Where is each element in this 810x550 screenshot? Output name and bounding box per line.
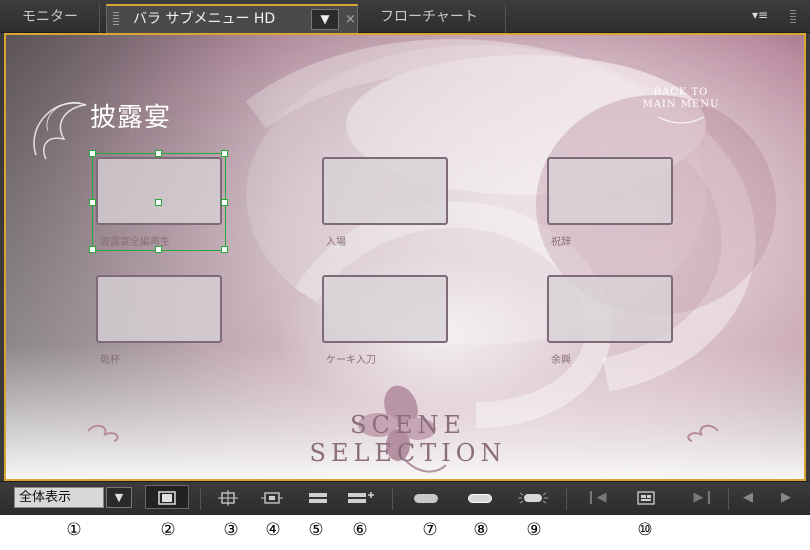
panel-menu-icon[interactable]: ▾≡ [752, 8, 768, 22]
scene-button-6[interactable] [547, 275, 673, 343]
separator [392, 488, 393, 510]
resize-handle-nw[interactable] [89, 150, 96, 157]
resize-handle-e[interactable] [221, 199, 228, 206]
annotation-2: ② [160, 520, 176, 540]
preview-button[interactable] [632, 486, 660, 510]
back-button[interactable]: ◀ [734, 486, 762, 510]
center-button[interactable] [258, 486, 286, 510]
scene-label-3: 祝辞 [551, 237, 571, 248]
annotation-3: ③ [223, 520, 239, 540]
annotation-1: ① [66, 520, 82, 540]
annotation-6: ⑥ [352, 520, 368, 540]
center-icon [261, 492, 283, 504]
preview-icon [637, 491, 655, 505]
panel-grip-icon[interactable] [790, 10, 796, 25]
scene-label-2: 入場 [326, 237, 346, 248]
tab-flowchart[interactable]: フローチャート [362, 4, 506, 33]
button-style-3-button[interactable] [516, 486, 550, 510]
annotation-5: ⑤ [308, 520, 324, 540]
forward-icon: ▶ [781, 490, 791, 505]
tab-grip-icon[interactable] [113, 12, 119, 27]
separator [728, 488, 729, 510]
zoom-select[interactable]: 全体表示 [14, 487, 104, 508]
zoom-dropdown-arrow[interactable]: ▼ [106, 487, 132, 508]
tab-monitor[interactable]: モニター [6, 4, 100, 33]
scene-button-3[interactable] [547, 157, 673, 225]
back-label-line1: BACK TO [653, 87, 709, 98]
fit-icon [218, 490, 238, 506]
separator [566, 488, 567, 510]
next-icon: ▶❙ [693, 490, 715, 505]
menu-dropdown-button[interactable]: ▼ [311, 9, 339, 30]
resize-handle-n[interactable] [155, 150, 162, 157]
back-icon: ◀ [743, 490, 753, 505]
prev-button[interactable]: ❙◀ [582, 486, 610, 510]
separator [200, 488, 201, 510]
tab-menu-editor[interactable]: バラ サブメニュー HD ▼ × [106, 4, 358, 33]
annotation-9: ⑨ [526, 520, 542, 540]
resize-handle-ne[interactable] [221, 150, 228, 157]
safe-area-icon [158, 491, 176, 505]
back-label-line2: MAIN MENU [642, 99, 720, 110]
menu-editor-panel: モニター バラ サブメニュー HD ▼ × フローチャート ▾≡ 披露宴 BAC… [0, 0, 810, 515]
scene-label-5: ケーキ入刀 [326, 355, 376, 366]
close-tab-icon[interactable]: × [345, 6, 356, 33]
add-row-button[interactable] [348, 486, 376, 510]
tab-bar: モニター バラ サブメニュー HD ▼ × フローチャート ▾≡ [0, 0, 810, 33]
button-style-2-button[interactable] [468, 494, 492, 503]
scene-button-4[interactable] [96, 275, 222, 343]
selection-box[interactable] [89, 150, 228, 253]
bottom-toolbar: 全体表示 ▼ ❙◀ ▶❙ ◀ ▶ [0, 481, 810, 515]
annotation-4: ④ [265, 520, 281, 540]
button-style-3-icon [518, 492, 548, 504]
scene-label-4: 乾杯 [100, 355, 120, 366]
prev-icon: ❙◀ [585, 490, 607, 505]
resize-handle-sw[interactable] [89, 246, 96, 253]
annotation-8: ⑧ [473, 520, 489, 540]
scene-selection-title: SCENE SELECTION [309, 411, 507, 467]
center-handle[interactable] [155, 199, 162, 206]
grid-icon [309, 493, 327, 503]
menu-canvas[interactable]: 披露宴 BACK TO MAIN MENU 披露宴全編再生 入場 祝辞 乾杯 ケ… [4, 33, 806, 481]
tab-menu-label: バラ サブメニュー HD [133, 11, 276, 27]
annotation-10: ⑩ [637, 520, 653, 540]
safe-area-button[interactable] [145, 485, 189, 509]
grid-button[interactable] [304, 486, 332, 510]
scene-label-6: 余興 [551, 355, 571, 366]
resize-handle-w[interactable] [89, 199, 96, 206]
forward-button[interactable]: ▶ [772, 486, 800, 510]
fit-button[interactable] [214, 486, 242, 510]
resize-handle-s[interactable] [155, 246, 162, 253]
scene-button-2[interactable] [322, 157, 448, 225]
menu-title: 披露宴 [90, 103, 172, 133]
scene-button-5[interactable] [322, 275, 448, 343]
next-button[interactable]: ▶❙ [690, 486, 718, 510]
add-row-icon [348, 492, 374, 503]
button-style-1-button[interactable] [414, 494, 438, 503]
resize-handle-se[interactable] [221, 246, 228, 253]
back-to-main-menu-button[interactable]: BACK TO MAIN MENU [626, 87, 736, 111]
annotation-7: ⑦ [422, 520, 438, 540]
